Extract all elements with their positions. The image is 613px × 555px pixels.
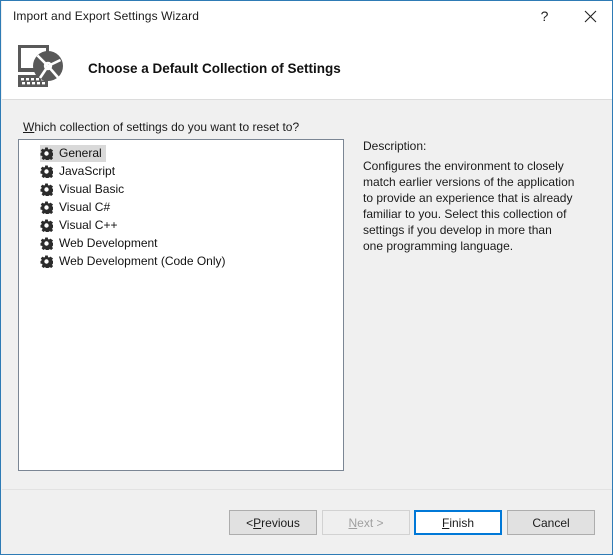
cancel-button[interactable]: Cancel [507, 510, 595, 535]
previous-label: revious [261, 515, 300, 530]
finish-accelerator: F [441, 515, 450, 530]
cancel-label: Cancel [532, 515, 570, 530]
wizard-body: Which collection of settings do you want… [2, 101, 612, 489]
prompt-label: Which collection of settings do you want… [23, 120, 299, 134]
button-bar: < Previous Next > Finish Cancel [2, 489, 612, 554]
prompt-text: hich collection of settings do you want … [34, 120, 300, 134]
wizard-header: Choose a Default Collection of Settings [2, 32, 612, 100]
list-item-label: Web Development [59, 235, 158, 250]
list-item-label: Web Development (Code Only) [59, 253, 226, 268]
help-button[interactable]: ? [522, 1, 567, 31]
list-item[interactable]: General [19, 144, 343, 162]
next-label: ext > [357, 515, 384, 530]
close-icon [584, 10, 597, 23]
gear-icon [40, 200, 55, 215]
list-item-label: JavaScript [59, 163, 116, 178]
previous-accelerator: P [253, 515, 262, 530]
gear-icon [40, 254, 55, 269]
question-mark-icon: ? [540, 8, 549, 24]
description-text: Configures the environment to closely ma… [363, 159, 575, 253]
previous-button[interactable]: < Previous [229, 510, 317, 535]
finish-button[interactable]: Finish [414, 510, 502, 535]
settings-wizard-icon [15, 42, 67, 90]
list-item[interactable]: Visual C# [19, 198, 343, 216]
import-export-settings-wizard-window: Import and Export Settings Wizard ? Choo… [0, 0, 613, 555]
list-item-label: Visual C# [59, 199, 111, 214]
list-item[interactable]: Visual Basic [19, 180, 343, 198]
list-item[interactable]: Web Development [19, 234, 343, 252]
list-item-label: Visual C++ [59, 217, 118, 232]
list-item-label: Visual Basic [59, 181, 125, 196]
list-item[interactable]: Web Development (Code Only) [19, 252, 343, 270]
description-pane: Description: Configures the environment … [363, 139, 595, 254]
finish-label: inish [449, 515, 475, 530]
list-item[interactable]: JavaScript [19, 162, 343, 180]
description-heading: Description: [363, 139, 427, 153]
gear-icon [40, 218, 55, 233]
gear-icon [40, 146, 55, 161]
page-title: Choose a Default Collection of Settings [88, 61, 341, 76]
prompt-accelerator: W [23, 120, 35, 134]
next-accelerator: N [348, 515, 358, 530]
settings-collection-listbox[interactable]: General JavaScript Visual Basic Visual C… [18, 139, 344, 471]
gear-icon [40, 164, 55, 179]
close-button[interactable] [568, 1, 612, 31]
title-bar: Import and Export Settings Wizard ? [2, 1, 612, 32]
list-item-label: General [59, 145, 102, 160]
gear-icon [40, 236, 55, 251]
previous-prefix: < [246, 515, 254, 530]
list-item[interactable]: Visual C++ [19, 216, 343, 234]
window-title: Import and Export Settings Wizard [13, 9, 200, 23]
next-button[interactable]: Next > [322, 510, 410, 535]
gear-icon [40, 182, 55, 197]
